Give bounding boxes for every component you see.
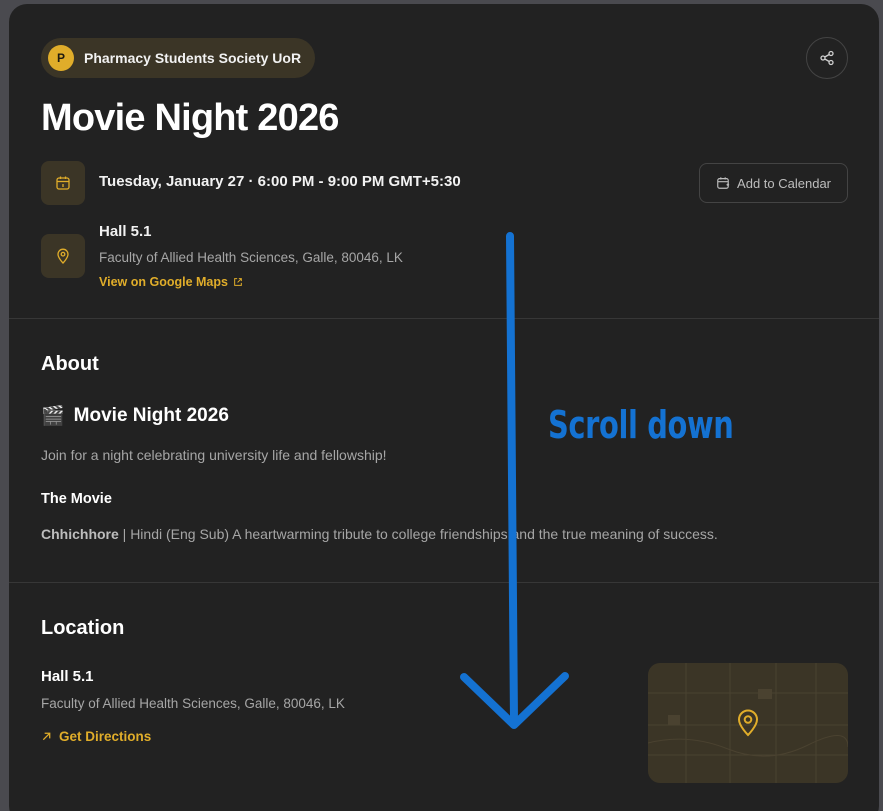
add-to-calendar-label: Add to Calendar (737, 175, 831, 191)
calendar-plus-icon (717, 177, 730, 189)
divider (9, 318, 879, 319)
arrow-up-right-icon (42, 732, 51, 741)
get-directions-link[interactable]: Get Directions (41, 729, 151, 744)
view-on-google-maps-link[interactable]: View on Google Maps (99, 275, 243, 289)
share-button[interactable] (806, 37, 848, 79)
venue-address: Faculty of Allied Health Sciences, Galle… (99, 250, 403, 265)
location-name: Hall 5.1 (41, 668, 94, 685)
movie-description: Chhichhore | Hindi (Eng Sub) A heartwarm… (41, 526, 718, 542)
movie-heading: The Movie (41, 491, 112, 507)
movie-details: | Hindi (Eng Sub) A heartwarming tribute… (118, 526, 718, 542)
location-address: Faculty of Allied Health Sciences, Galle… (41, 696, 345, 711)
map-pin-icon (737, 709, 759, 737)
venue-name: Hall 5.1 (99, 223, 152, 240)
event-card: P Pharmacy Students Society UoR Movie Ni… (9, 4, 879, 811)
about-section-title: About (41, 353, 99, 375)
about-heading: 🎬 Movie Night 2026 (41, 404, 229, 428)
share-icon (820, 50, 834, 66)
date-icon-tile (41, 161, 85, 205)
calendar-icon (56, 176, 70, 190)
venue-icon-tile (41, 234, 85, 278)
map-pin-icon (57, 248, 69, 264)
map-thumbnail[interactable] (648, 663, 848, 783)
movie-name: Chhichhore (41, 526, 119, 542)
organizer-avatar: P (48, 45, 74, 71)
organizer-name: Pharmacy Students Society UoR (84, 50, 302, 66)
about-description: Join for a night celebrating university … (41, 447, 387, 463)
external-link-icon (234, 278, 242, 286)
about-heading-text: Movie Night 2026 (73, 405, 229, 426)
divider (9, 582, 879, 583)
add-to-calendar-button[interactable]: Add to Calendar (699, 163, 848, 203)
clapperboard-icon: 🎬 (41, 406, 65, 427)
event-date-time: Tuesday, January 27 · 6:00 PM - 9:00 PM … (99, 173, 461, 190)
event-title: Movie Night 2026 (41, 97, 339, 139)
location-section-title: Location (41, 617, 125, 639)
get-directions-label: Get Directions (59, 729, 152, 744)
maps-link-label: View on Google Maps (99, 275, 228, 289)
organizer-badge[interactable]: P Pharmacy Students Society UoR (41, 38, 316, 78)
